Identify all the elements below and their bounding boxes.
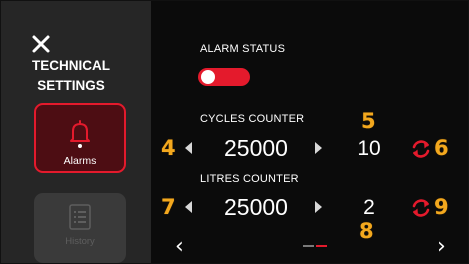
litres-counter-value: 2 [363,196,375,219]
cycles-reset-icon[interactable] [410,138,432,160]
page-dot-active [316,245,327,247]
cycles-decrease-arrow[interactable] [185,142,192,154]
sidebar-item-alarms[interactable]: Alarms [34,103,126,173]
callout-badge: 9 [434,195,449,219]
close-button[interactable] [31,34,51,54]
alarm-status-toggle[interactable] [198,68,250,86]
litres-reset-icon[interactable] [410,197,432,219]
sidebar-title-line2: SETTINGS [37,78,105,93]
alarm-status-label: ALARM STATUS [200,43,286,55]
sidebar-title: TECHNICAL SETTINGS [1,56,141,96]
next-page-chevron-icon[interactable]: › [437,236,446,258]
sidebar-item-history[interactable]: History [34,193,126,263]
litres-value: 25000 [224,194,288,220]
litres-increase-arrow[interactable] [315,201,322,213]
cycles-counter-label: CYCLES COUNTER [200,113,305,125]
sidebar: TECHNICAL SETTINGS Alarms History [1,1,151,263]
page-indicator [303,245,333,247]
sidebar-title-line1: TECHNICAL [32,58,110,73]
main-panel: ALARM STATUS CYCLES COUNTER 4 25000 5 10… [151,1,468,263]
close-icon [32,35,50,53]
list-icon [69,204,91,230]
page-dot [303,245,314,247]
previous-page-chevron-icon[interactable]: ‹ [175,236,184,258]
cycles-counter-value: 10 [357,137,381,160]
litres-counter-label: LITRES COUNTER [200,173,299,185]
toggle-knob [201,70,215,84]
cycles-increase-arrow[interactable] [315,142,322,154]
callout-badge: 6 [434,136,449,160]
callout-badge: 8 [359,219,374,243]
cycles-value: 25000 [224,135,288,161]
callout-badge: 4 [161,136,176,160]
technical-settings-screen: TECHNICAL SETTINGS Alarms History ALARM … [0,0,469,264]
bell-icon [70,120,90,148]
sidebar-item-label: History [65,236,95,247]
callout-badge: 7 [161,195,176,219]
callout-badge: 5 [361,109,376,133]
sidebar-item-label: Alarms [63,155,97,167]
litres-decrease-arrow[interactable] [185,201,192,213]
